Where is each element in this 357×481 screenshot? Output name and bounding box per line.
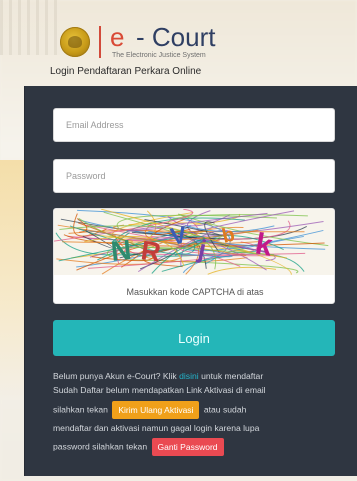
login-panel: N R V j b k Masukkan kode CAPTCHA di ata… [25,86,357,476]
header: e - Court The Electronic Justice System … [0,0,357,86]
info-text: Belum punya Akun e-Court? Klik [53,371,180,381]
background-accent [0,160,28,400]
captcha-box: N R V j b k Masukkan kode CAPTCHA di ata… [53,208,335,304]
brand-e: e [110,22,125,52]
info-text: password silahkan tekan [53,441,148,452]
account-info: Belum punya Akun e-Court? Klik disini un… [53,370,343,457]
captcha-char-1: N [109,234,132,267]
captcha-hint: Masukkan kode CAPTCHA di atas [126,287,264,297]
info-text: untuk mendaftar [198,371,264,381]
resend-activation-button[interactable]: Kirim Ulang Aktivasi [112,400,200,419]
register-link[interactable]: disini [179,371,199,381]
logo-divider [99,26,101,58]
info-change-password-line: password silahkan tekan Ganti Password [53,438,343,457]
brand-tagline: The Electronic Justice System [112,52,206,59]
page-subtitle: Login Pendaftaran Perkara Online [50,66,202,77]
login-button[interactable]: Login [53,320,335,356]
supreme-court-emblem-icon [60,27,90,57]
email-input[interactable] [53,108,335,142]
info-text: silahkan tekan [53,403,108,414]
info-activation-line: Sudah Daftar belum mendapatkan Link Akti… [53,384,266,395]
info-resend-line: silahkan tekan Kirim Ulang Aktivasi atau… [53,400,343,419]
brand-court: - Court [136,22,216,52]
password-input[interactable] [53,159,335,193]
info-forgot-line: mendaftar dan aktivasi namun gagal login… [53,422,260,433]
captcha-image: N R V j b k [54,209,334,275]
change-password-button[interactable]: Ganti Password [151,438,224,457]
info-register-line: Belum punya Akun e-Court? Klik disini un… [53,370,343,384]
captcha-char-2: R [139,235,162,267]
info-text: atau sudah [203,403,247,414]
